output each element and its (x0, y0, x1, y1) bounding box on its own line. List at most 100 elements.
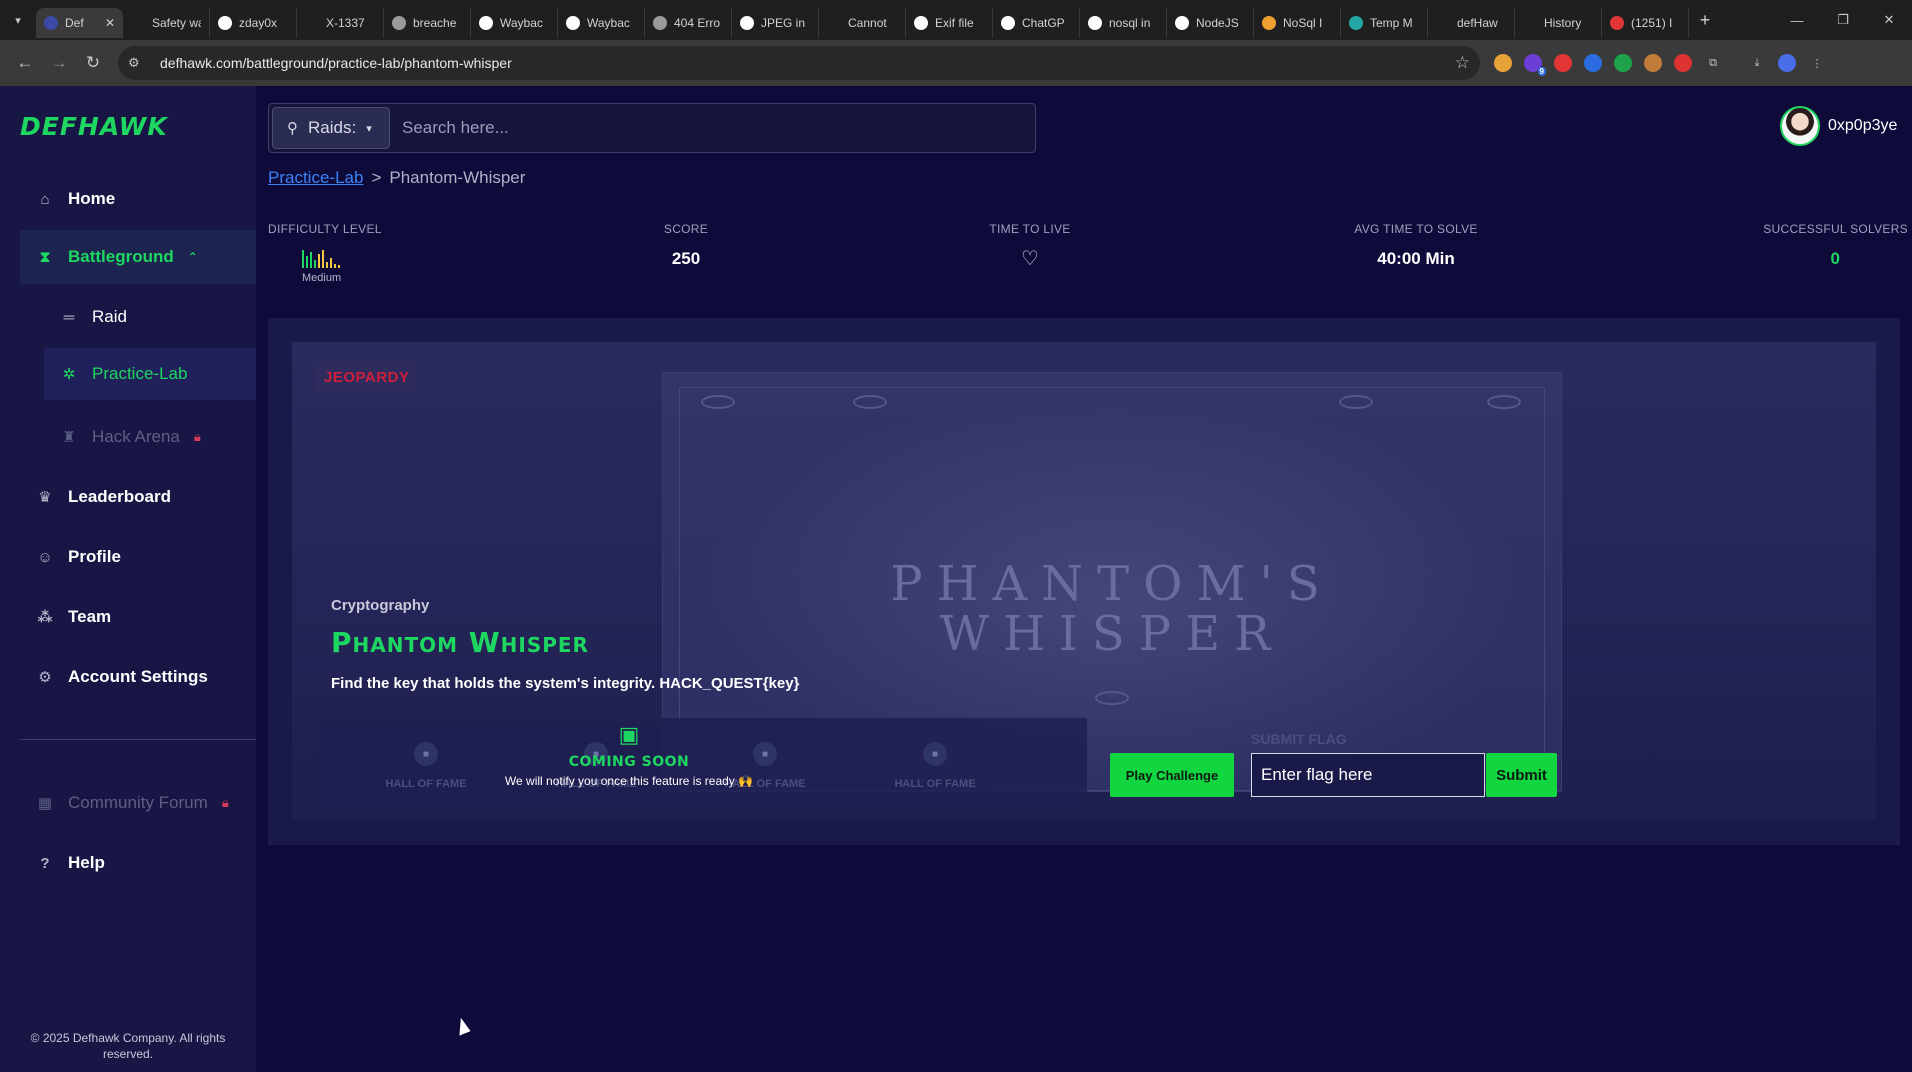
minimize-icon[interactable]: — (1774, 0, 1820, 40)
browser-tab[interactable]: zday0x (210, 8, 297, 38)
browser-tab[interactable]: Def ✕ (36, 8, 123, 38)
tab-title: JPEG in (761, 16, 806, 30)
artwork-ornament (1487, 395, 1521, 409)
extension-icon[interactable] (1554, 54, 1572, 72)
browser-menu-icon[interactable]: ⋮ (1808, 54, 1826, 72)
tab-close-icon[interactable]: ✕ (105, 16, 115, 30)
profile-icon[interactable] (1778, 54, 1796, 72)
sidebar-item-practice-lab[interactable]: ✲ Practice-Lab (44, 348, 256, 400)
browser-tab[interactable]: NoSql I (1254, 8, 1341, 38)
search-scope-label: Raids: (308, 118, 357, 137)
sidebar-item-label: Home (68, 189, 116, 208)
challenge-category: Cryptography (331, 597, 430, 614)
hourglass-icon: ⧗ (39, 248, 51, 266)
artwork-ornament (701, 395, 735, 409)
avatar[interactable] (1780, 106, 1820, 146)
download-icon[interactable]: ⤓ (1748, 54, 1766, 72)
extension-icon[interactable] (1494, 54, 1512, 72)
tab-favicon-icon (1175, 16, 1189, 30)
tab-title: NoSql I (1283, 16, 1323, 30)
puzzle-extensions-icon[interactable]: ⧉ (1704, 54, 1722, 72)
breadcrumb-parent-link[interactable]: Practice-Lab (268, 168, 363, 188)
tab-title: Waybac (500, 16, 543, 30)
site-info-icon[interactable]: ⚙ (128, 55, 152, 71)
sidebar-item-label: Team (68, 607, 112, 626)
chevron-up-icon: ⌃ (187, 250, 198, 264)
browser-tab[interactable]: JPEG in (732, 8, 819, 38)
tab-favicon-icon (131, 16, 145, 30)
home-icon: ⌂ (40, 190, 50, 208)
sidebar-item-label: Hack Arena (92, 427, 180, 446)
sidebar-item-team[interactable]: ⁂ Team (20, 594, 256, 640)
browser-tab[interactable]: nosql in (1080, 8, 1167, 38)
tab-title: Waybac (587, 16, 630, 30)
reload-icon[interactable]: ↻ (76, 46, 110, 80)
artwork-title-line: PHANTOM'S (890, 556, 1334, 612)
browser-toolbar: ← → ↻ ⚙ defhawk.com/battleground/practic… (0, 40, 1912, 86)
forum-icon: ▦ (37, 795, 53, 812)
address-url[interactable]: defhawk.com/battleground/practice-lab/ph… (152, 55, 1455, 71)
cookie-extension-icon[interactable] (1644, 54, 1662, 72)
sidebar-item-battleground[interactable]: ⧗ Battleground ⌃ (20, 230, 256, 284)
defhawk-logo[interactable]: DEFHAWK (20, 112, 168, 141)
restore-icon[interactable]: ❐ (1820, 0, 1866, 40)
mouse-cursor (453, 1016, 471, 1036)
browser-tab[interactable]: (1251) I (1602, 8, 1689, 38)
tab-search-chevron-icon[interactable]: ▾ (0, 0, 36, 40)
search-scope-select[interactable]: ⚲ Raids: ▾ (272, 107, 390, 149)
flag-input[interactable] (1251, 753, 1485, 797)
stat-label: SUCCESSFUL SOLVERS (1763, 222, 1908, 236)
sidebar-item-profile[interactable]: ☺ Profile (20, 534, 256, 580)
tab-title: zday0x (239, 16, 278, 30)
extensions-row: 9 ⧉ ⤓ ⋮ (1494, 54, 1826, 76)
back-icon[interactable]: ← (8, 46, 42, 80)
submit-flag-button[interactable]: Submit (1486, 753, 1557, 797)
sidebar-item-home[interactable]: ⌂ Home (20, 176, 256, 222)
lock-icon: ■ (923, 742, 947, 766)
new-tab-button[interactable]: + (1689, 10, 1721, 31)
browser-tab[interactable]: defHaw (1428, 8, 1515, 38)
address-bar[interactable]: ⚙ defhawk.com/battleground/practice-lab/… (118, 46, 1480, 80)
tab-title: History (1544, 16, 1582, 30)
browser-tab[interactable]: X-1337 (297, 8, 384, 38)
sidebar-item-leaderboard[interactable]: ♛ Leaderboard (20, 474, 256, 520)
browser-tab[interactable]: 404 Erro (645, 8, 732, 38)
chevron-down-icon: ▾ (366, 122, 372, 135)
tab-favicon-icon (1262, 16, 1276, 30)
user-menu[interactable]: 0xp0p3ye (1780, 106, 1897, 146)
sidebar-item-community-forum[interactable]: ▦ Community Forum 🔒︎ (20, 780, 256, 826)
tab-title: Temp M (1370, 16, 1413, 30)
tab-title: nosql in (1109, 16, 1151, 30)
forward-icon[interactable]: → (42, 46, 76, 80)
browser-tab[interactable]: Safety warn (123, 8, 210, 38)
tab-favicon-icon (479, 16, 493, 30)
browser-tab[interactable]: Cannot (819, 8, 906, 38)
sidebar-item-help[interactable]: ? Help (20, 840, 256, 886)
sidebar-item-hack-arena[interactable]: ♜ Hack Arena 🔒︎ (44, 414, 256, 460)
difficulty-bars-icon (302, 246, 344, 268)
extension-icon[interactable] (1674, 54, 1692, 72)
sidebar-divider (20, 739, 256, 740)
extension-icon[interactable] (1614, 54, 1632, 72)
browser-tab[interactable]: Exif file (906, 8, 993, 38)
close-window-icon[interactable]: ✕ (1866, 0, 1912, 40)
search-input[interactable] (390, 107, 1035, 149)
browser-tab[interactable]: ChatGP (993, 8, 1080, 38)
browser-tab[interactable]: History (1515, 8, 1602, 38)
extension-icon[interactable] (1584, 54, 1602, 72)
stat-label: DIFFICULTY LEVEL (268, 222, 382, 236)
username[interactable]: 0xp0p3ye (1828, 117, 1897, 135)
window-controls: — ❐ ✕ (1774, 0, 1912, 40)
extension-icon[interactable]: 9 (1524, 54, 1546, 76)
sidebar-item-raid[interactable]: ═ Raid (44, 294, 256, 340)
browser-tab[interactable]: NodeJS (1167, 8, 1254, 38)
play-challenge-button[interactable]: Play Challenge (1110, 753, 1234, 797)
browser-tab[interactable]: Waybac (471, 8, 558, 38)
browser-tab[interactable]: breache (384, 8, 471, 38)
browser-tab[interactable]: Waybac (558, 8, 645, 38)
sidebar-item-account-settings[interactable]: ⚙ Account Settings (20, 654, 256, 700)
stat-label: TIME TO LIVE (989, 222, 1071, 236)
browser-tab[interactable]: Temp M (1341, 8, 1428, 38)
bookmark-star-icon[interactable]: ☆ (1455, 53, 1470, 73)
sidebar-item-label: Battleground (68, 247, 174, 266)
